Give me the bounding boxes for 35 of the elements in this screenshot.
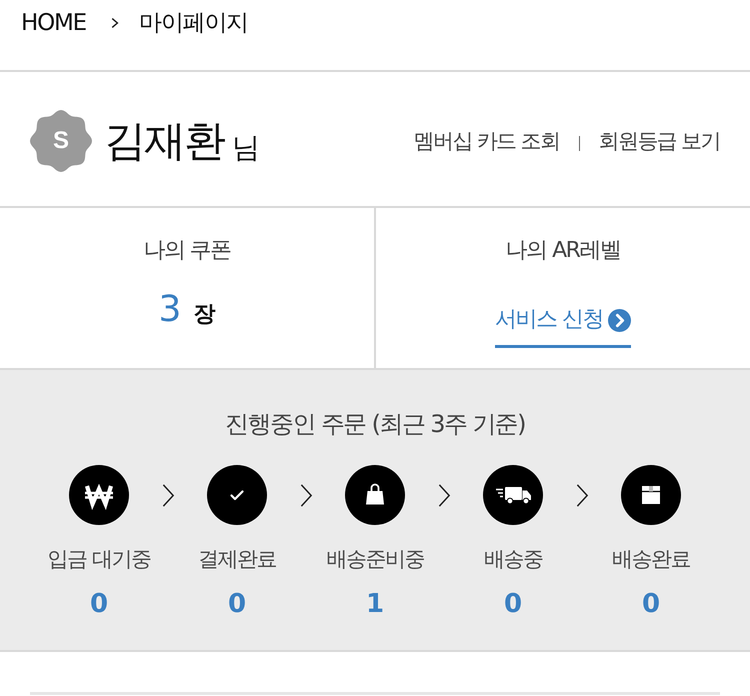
user-name: 김재환 <box>104 115 224 167</box>
profile-link[interactable]: 멤버십 카드 조회 <box>414 127 560 155</box>
summary-title: 나의 쿠폰 <box>143 237 231 265</box>
box-icon <box>621 465 681 525</box>
truck-icon <box>483 465 543 525</box>
step-count[interactable]: 0 <box>504 589 522 619</box>
step-label: 입금 대기중 <box>48 546 150 573</box>
shopping-bag-icon <box>345 465 405 525</box>
avatar-initial: S <box>53 127 69 155</box>
step-count[interactable]: 0 <box>90 589 108 619</box>
badge-icon <box>30 110 92 172</box>
summary-title: 나의 AR레벨 <box>506 237 620 265</box>
chevron-right-icon <box>576 482 588 508</box>
check-icon <box>207 465 267 525</box>
won-icon <box>69 465 129 525</box>
step-label: 배송완료 <box>612 546 690 573</box>
profile-link[interactable]: 회원등급 보기 <box>598 127 720 155</box>
step-label: 배송준비중 <box>326 546 424 573</box>
coupon-count: 3 <box>158 290 182 330</box>
name-suffix: 님 <box>232 131 259 165</box>
section-title: 진행중인 주문 (최근 3주 기준) <box>225 409 525 440</box>
step-count[interactable]: 0 <box>228 589 246 619</box>
chevron-right-icon <box>162 482 174 508</box>
chevron-right-icon <box>110 17 119 29</box>
step-label: 배송중 <box>484 546 542 573</box>
chevron-right-icon <box>438 482 450 508</box>
service-link[interactable]: 서비스 신청 <box>495 305 631 348</box>
count-unit: 장 <box>193 301 216 329</box>
step-count[interactable]: 1 <box>366 589 384 619</box>
step-count[interactable]: 0 <box>642 589 660 619</box>
chevron-right-icon <box>300 482 312 508</box>
step-label: 결제완료 <box>198 546 276 573</box>
breadcrumb-link[interactable]: 마이페이지 <box>138 8 248 38</box>
breadcrumb-link[interactable]: HOME <box>21 8 86 38</box>
chevron-circle-icon <box>608 308 631 332</box>
